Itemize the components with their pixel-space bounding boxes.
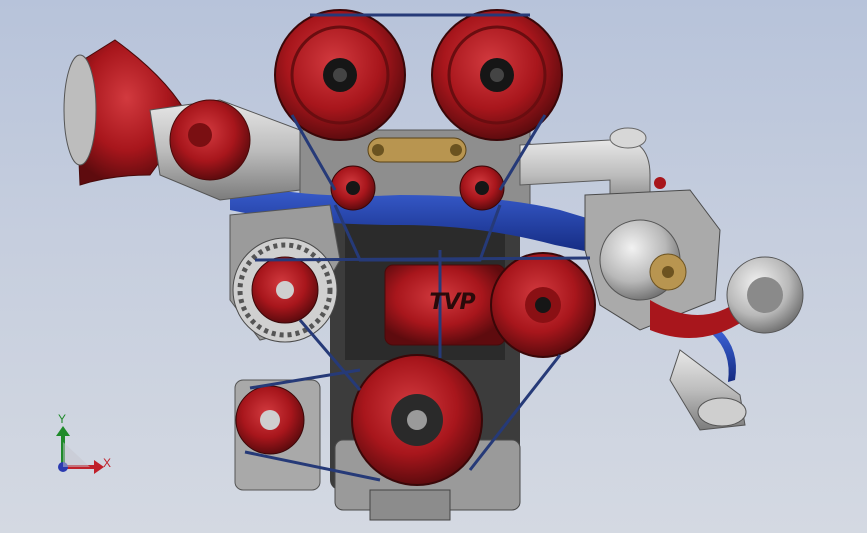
crankshaft-pulley[interactable] — [351, 354, 483, 486]
y-axis-label: Y — [58, 412, 67, 426]
power-steering-pulley[interactable] — [235, 385, 305, 455]
timing-cover[interactable] — [384, 264, 506, 346]
idler-pulley-left[interactable] — [330, 165, 376, 211]
air-intake-filter[interactable] — [63, 39, 301, 201]
alternator-pulley[interactable] — [251, 256, 319, 324]
idler-pulley-right[interactable] — [459, 165, 505, 211]
graphics-viewport[interactable]: TVP X Y — [0, 0, 867, 533]
x-axis-label: X — [103, 456, 112, 470]
turbocharger[interactable] — [584, 177, 804, 431]
cam-bridge-bracket[interactable] — [367, 137, 467, 163]
engine-assembly-model[interactable] — [0, 0, 867, 533]
water-pump-pulley[interactable] — [490, 252, 596, 358]
